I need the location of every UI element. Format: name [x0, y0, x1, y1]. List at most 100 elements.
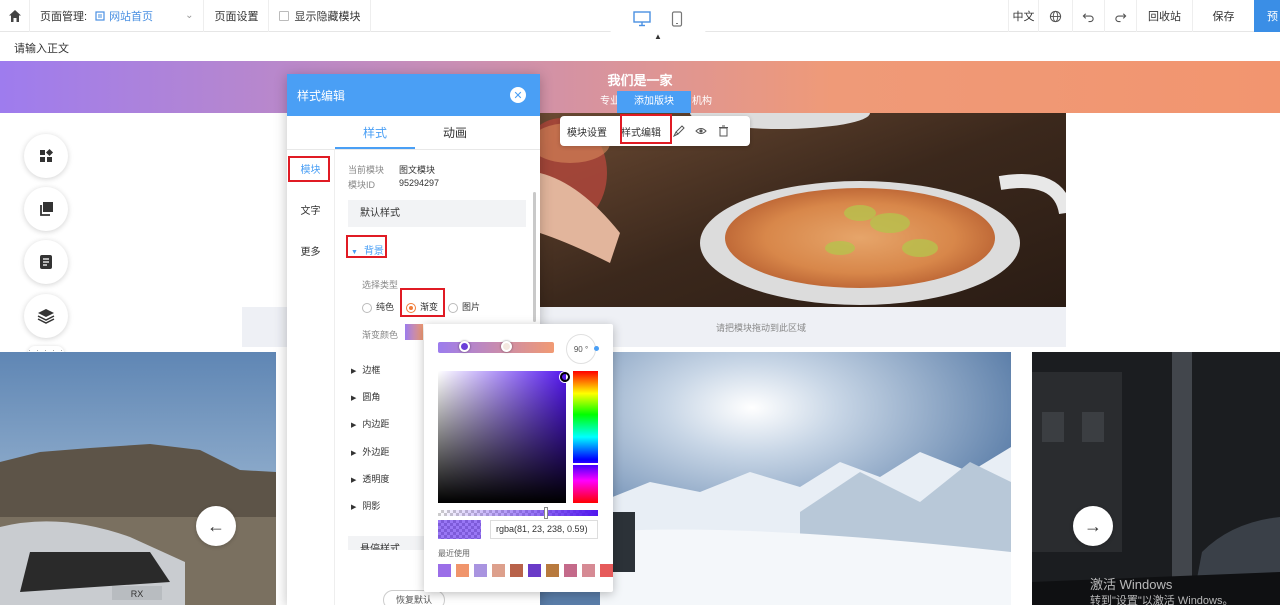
add-module-button[interactable] [24, 134, 68, 178]
recent-color-swatch[interactable] [546, 564, 559, 577]
shadow-section[interactable]: ▶ 阴影 [351, 499, 380, 512]
caret-right-icon: ▶ [351, 477, 357, 484]
save-button[interactable]: 保存 [1192, 0, 1254, 32]
side-nav-more[interactable]: 更多 [287, 232, 334, 273]
rgba-input[interactable]: rgba(81, 23, 238, 0.59) [490, 520, 598, 539]
show-hidden-checkbox[interactable] [279, 10, 290, 21]
hover-style-label: 悬停样式 [360, 544, 400, 550]
recent-color-swatch[interactable] [600, 564, 613, 577]
saturation-area[interactable] [438, 371, 570, 503]
side-nav-text[interactable]: 文字 [287, 191, 334, 232]
gradient-stop-end[interactable] [501, 341, 512, 352]
home-icon [8, 9, 21, 22]
show-hidden-toggle[interactable]: 显示隐藏模块 [269, 0, 372, 32]
copy-button[interactable] [24, 187, 68, 231]
recent-colors-label: 最近使用 [438, 549, 470, 558]
modules-icon [40, 148, 54, 162]
hue-slider[interactable] [572, 371, 599, 503]
recent-color-swatch[interactable] [438, 564, 451, 577]
carousel-slide-car-1: RX [0, 352, 276, 605]
page-icon [95, 10, 105, 21]
tab-style[interactable]: 样式 [335, 116, 415, 149]
background-highlight [346, 235, 387, 258]
language-button[interactable]: 中文 [1008, 0, 1038, 32]
panel-header: 样式编辑 ✕ [287, 74, 540, 116]
recent-color-swatch[interactable] [456, 564, 469, 577]
padding-section[interactable]: ▶ 内边距 [351, 417, 389, 430]
restore-default-button[interactable]: 恢复默认 [383, 590, 445, 605]
gradient-stop-start[interactable] [459, 341, 470, 352]
carousel-prev-button[interactable]: ← [196, 506, 236, 546]
module-id-value: 95294297 [399, 178, 440, 188]
undo-icon [1082, 12, 1094, 22]
desktop-icon[interactable] [633, 11, 651, 27]
gradient-color-swatch[interactable] [405, 324, 423, 340]
module-nav-highlight [288, 156, 330, 182]
recent-color-swatch[interactable] [492, 564, 505, 577]
radius-section-label: 圆角 [362, 392, 381, 402]
alpha-handle[interactable] [544, 507, 548, 519]
svg-text:RX: RX [131, 589, 144, 599]
home-button[interactable] [0, 0, 30, 32]
recent-colors [438, 564, 613, 577]
angle-handle[interactable] [594, 346, 599, 351]
module-id-label: 模块ID [348, 180, 376, 190]
alpha-slider[interactable] [438, 507, 598, 519]
hue-handle[interactable] [572, 463, 599, 465]
globe-button[interactable] [1038, 0, 1072, 32]
recent-color-swatch[interactable] [510, 564, 523, 577]
body-text-input[interactable]: 请输入正文 [14, 40, 69, 56]
page-manage-label: 页面管理: [40, 10, 88, 23]
tab-animation[interactable]: 动画 [415, 116, 495, 149]
module-settings-button[interactable]: 模块设置 [560, 124, 614, 139]
border-section[interactable]: ▶ 边框 [351, 363, 380, 376]
layers-button[interactable] [24, 294, 68, 338]
type-solid-option[interactable]: 纯色 [362, 300, 394, 313]
redo-icon [1115, 12, 1127, 22]
gradient-bar[interactable] [438, 341, 554, 353]
trash-icon[interactable] [712, 125, 734, 137]
carousel-next-button[interactable]: → [1073, 506, 1113, 546]
recycle-bin-button[interactable]: 回收站 [1136, 0, 1192, 32]
padding-section-label: 内边距 [362, 419, 390, 429]
shadow-section-label: 阴影 [362, 501, 381, 511]
preview-button[interactable]: 预 [1254, 0, 1280, 32]
mobile-icon[interactable] [671, 11, 683, 27]
opacity-section[interactable]: ▶ 透明度 [351, 472, 389, 485]
recent-color-swatch[interactable] [582, 564, 595, 577]
car-photo-1: RX [0, 352, 276, 605]
radius-section[interactable]: ▶ 圆角 [351, 390, 380, 403]
copy-icon [40, 202, 53, 216]
color-preview [438, 520, 481, 539]
car-photo-2 [1032, 352, 1280, 605]
angle-dial[interactable]: 90 ° [566, 334, 596, 364]
undo-button[interactable] [1072, 0, 1104, 32]
radio-image[interactable] [448, 302, 458, 313]
chevron-down-icon: ⌄ [185, 10, 194, 21]
banner-subtitle-end: 机构 [692, 96, 712, 107]
type-image-option[interactable]: 图片 [448, 300, 480, 313]
border-section-label: 边框 [362, 365, 381, 375]
radio-solid[interactable] [362, 302, 372, 313]
show-hidden-label: 显示隐藏模块 [294, 10, 361, 23]
page-button[interactable] [24, 240, 68, 284]
eye-icon[interactable] [690, 126, 712, 136]
globe-icon [1049, 10, 1062, 22]
gradient-option-highlight [400, 288, 445, 317]
recent-color-swatch[interactable] [474, 564, 487, 577]
caret-right-icon: ▶ [351, 395, 357, 402]
collapse-arrow-icon[interactable]: ▲ [654, 32, 662, 41]
redo-button[interactable] [1104, 0, 1136, 32]
default-style-select[interactable]: 默认样式 [348, 200, 526, 227]
panel-scrollbar[interactable] [533, 192, 536, 322]
add-block-button[interactable]: 添加版块 [617, 91, 691, 113]
angle-value: 90 ° [573, 344, 589, 354]
recent-color-swatch[interactable] [528, 564, 541, 577]
page-select[interactable]: 网站首页 ⌄ [95, 8, 193, 24]
saturation-cursor[interactable] [560, 372, 570, 382]
recent-color-swatch[interactable] [564, 564, 577, 577]
page-settings-button[interactable]: 页面设置 [204, 0, 270, 32]
close-icon[interactable]: ✕ [510, 87, 526, 103]
toolbar-right: 中文 回收站 保存 预 [1008, 0, 1280, 32]
margin-section[interactable]: ▶ 外边距 [351, 445, 389, 458]
